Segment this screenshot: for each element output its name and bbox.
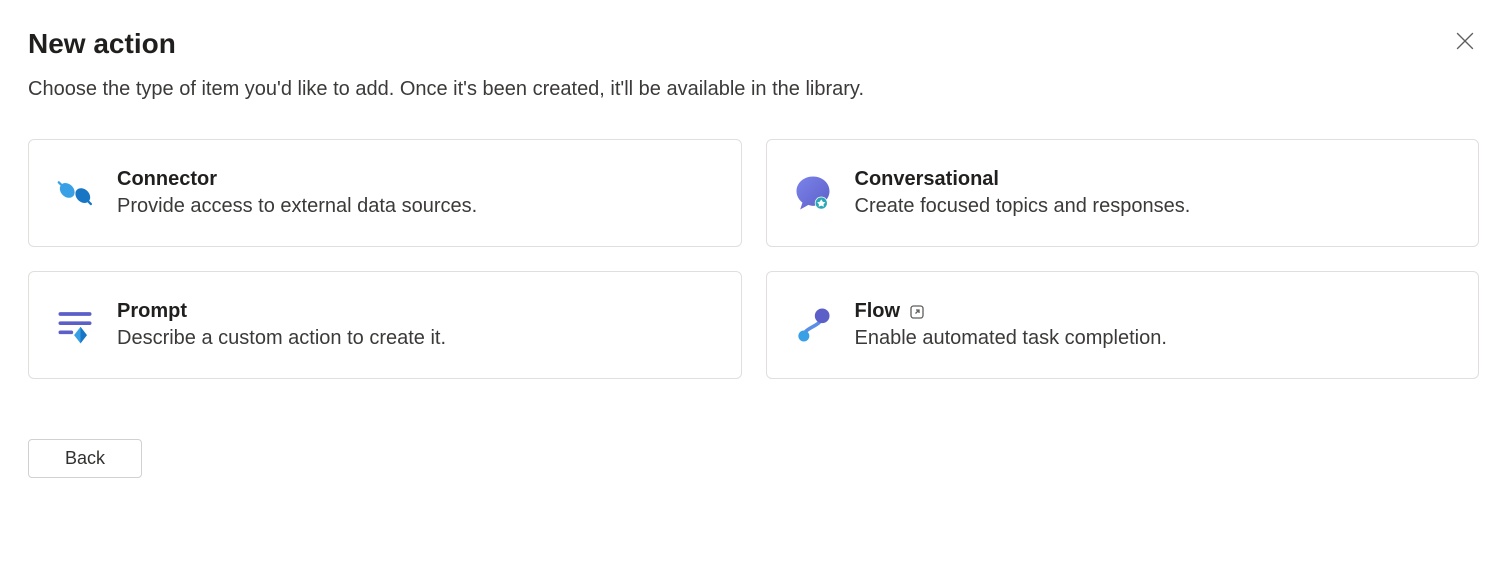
footer: Back — [28, 439, 1479, 478]
card-title-text: Flow — [855, 300, 901, 323]
page-title: New action — [28, 28, 176, 60]
card-description: Provide access to external data sources. — [117, 195, 717, 218]
card-connector[interactable]: Connector Provide access to external dat… — [28, 139, 742, 247]
card-title: Conversational — [855, 168, 1455, 191]
conversational-icon — [791, 171, 835, 215]
card-prompt[interactable]: Prompt Describe a custom action to creat… — [28, 271, 742, 379]
card-flow[interactable]: Flow Enable automated task completion. — [766, 271, 1480, 379]
action-cards-grid: Connector Provide access to external dat… — [28, 139, 1479, 379]
close-icon — [1456, 32, 1474, 53]
flow-icon — [791, 303, 835, 347]
card-title: Prompt — [117, 300, 717, 323]
back-button[interactable]: Back — [28, 439, 142, 478]
external-link-icon — [908, 303, 926, 321]
card-conversational[interactable]: Conversational Create focused topics and… — [766, 139, 1480, 247]
card-title: Flow — [855, 300, 1455, 323]
prompt-icon — [53, 303, 97, 347]
close-button[interactable] — [1451, 28, 1479, 56]
card-title: Connector — [117, 168, 717, 191]
page-subtitle: Choose the type of item you'd like to ad… — [28, 78, 1479, 101]
connector-icon — [53, 171, 97, 215]
card-description: Create focused topics and responses. — [855, 195, 1455, 218]
card-description: Enable automated task completion. — [855, 327, 1455, 350]
card-description: Describe a custom action to create it. — [117, 327, 717, 350]
